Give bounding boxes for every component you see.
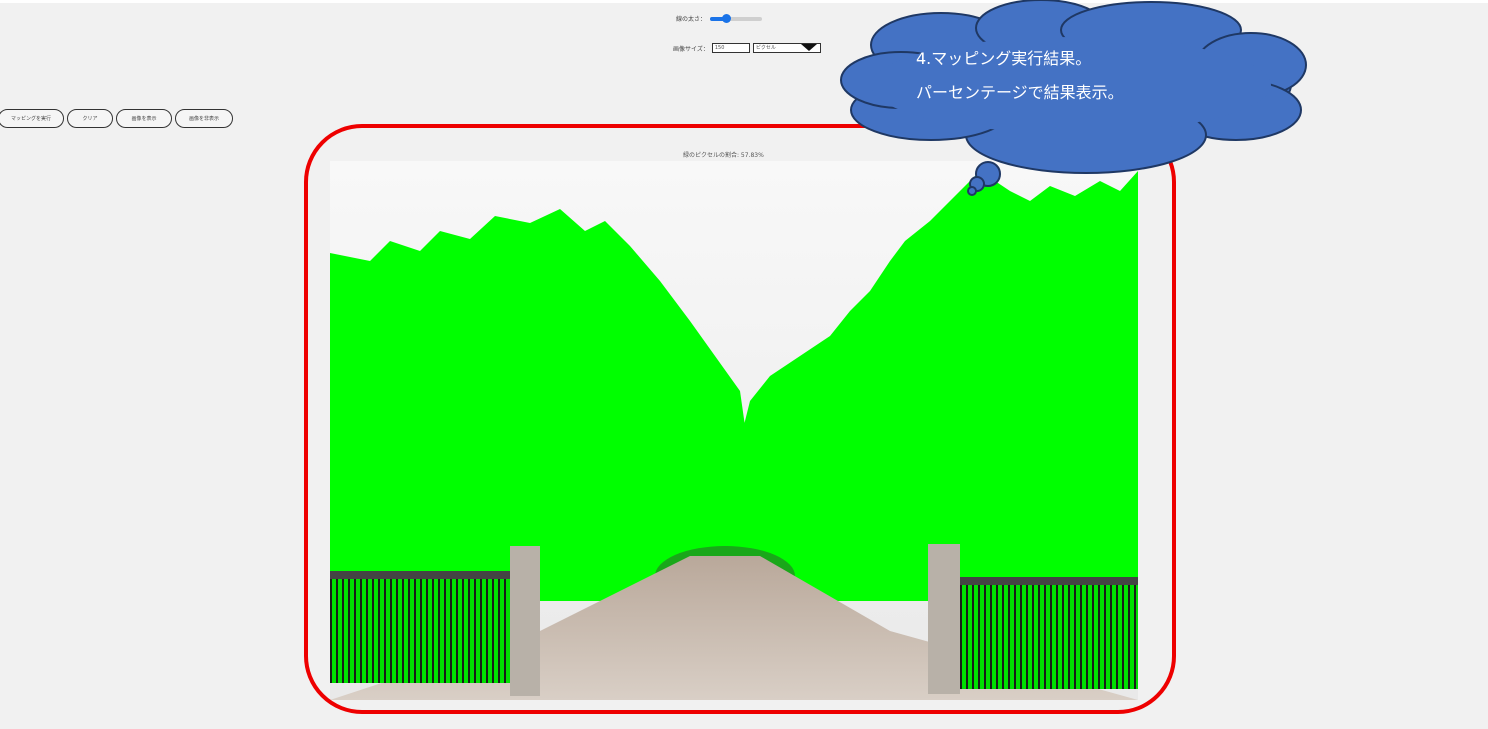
image-size-label: 画像サイズ： [673,45,709,53]
clear-button[interactable]: クリア [67,109,113,128]
thickness-label: 線の太さ： [676,16,707,23]
thickness-control: 線の太さ： [676,13,763,23]
highlight-frame [304,124,1176,714]
image-size-control: 画像サイズ： 150 ピクセル [673,43,821,53]
thickness-slider[interactable] [710,13,763,23]
unit-select-value: ピクセル [755,45,776,51]
callout-line-2: パーセンテージで結果表示。 [916,83,1124,102]
chevron-down-icon [800,44,817,51]
callout-line-1: 4.マッピング実行結果。 [916,49,1092,68]
action-buttons: マッピングを実行 クリア 画像を表示 画像を非表示 [0,109,233,128]
unit-select[interactable]: ピクセル [752,43,821,53]
show-image-button[interactable]: 画像を表示 [116,109,172,128]
run-mapping-button[interactable]: マッピングを実行 [0,109,64,128]
slider-thumb[interactable] [721,13,731,23]
hide-image-button[interactable]: 画像を非表示 [175,109,233,128]
callout-text: 4.マッピング実行結果。 パーセンテージで結果表示。 [916,42,1124,110]
image-size-input[interactable]: 150 [711,43,750,53]
